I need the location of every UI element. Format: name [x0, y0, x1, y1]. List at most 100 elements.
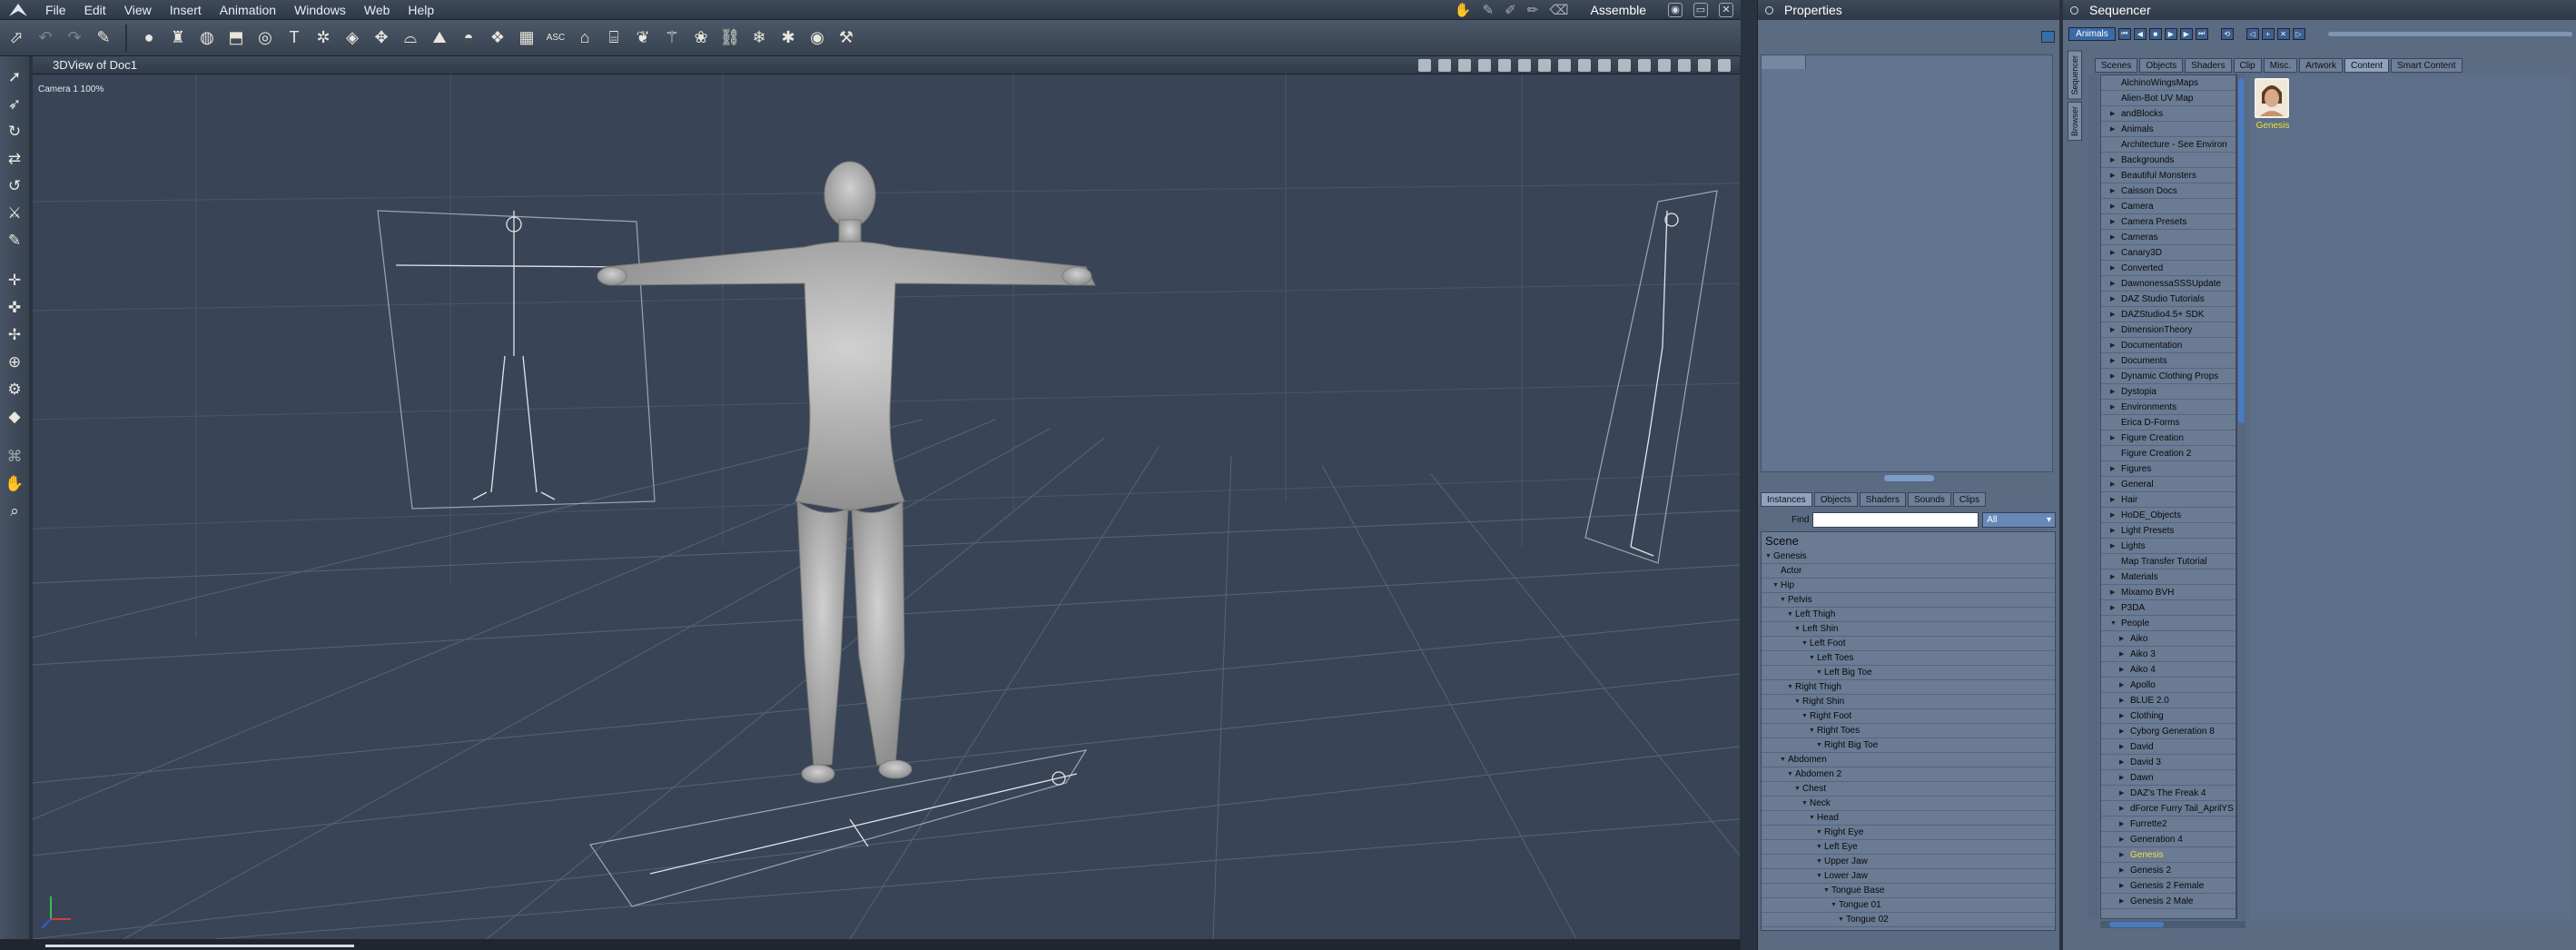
expand-arrow-icon[interactable]: ▶ — [2119, 882, 2130, 889]
browser-item[interactable]: ▶ andBlocks — [2101, 106, 2235, 122]
expand-arrow-icon[interactable]: ▶ — [2110, 589, 2121, 596]
expand-arrow-icon[interactable]: ▶ — [2110, 341, 2121, 349]
browser-item[interactable]: ▶ Figure Creation — [2101, 430, 2235, 446]
browser-item[interactable]: ▶ David — [2101, 739, 2235, 755]
expand-arrow-icon[interactable]: ▶ — [2110, 264, 2121, 272]
expand-arrow-icon[interactable]: ▼ — [1816, 742, 1824, 748]
browser-item[interactable]: ▶ Canary3D — [2101, 245, 2235, 261]
expand-arrow-icon[interactable]: ▶ — [2119, 820, 2130, 827]
browser-item[interactable]: ▶ Documents — [2101, 353, 2235, 369]
sequencer-slider[interactable] — [2327, 31, 2572, 36]
browser-item[interactable]: ▶ Mixamo BVH — [2101, 585, 2235, 600]
expand-arrow-icon[interactable]: ▶ — [2110, 203, 2121, 210]
expand-arrow-icon[interactable]: ▶ — [2119, 712, 2130, 719]
expand-arrow-icon[interactable]: ▼ — [1809, 655, 1817, 661]
expand-arrow-icon[interactable]: ▶ — [2110, 311, 2121, 318]
expand-arrow-icon[interactable]: ▶ — [2119, 897, 2130, 905]
expand-arrow-icon[interactable]: ▼ — [1801, 713, 1810, 719]
expand-arrow-icon[interactable]: ▼ — [1794, 626, 1802, 632]
browser-item[interactable]: ▶ DimensionTheory — [2101, 322, 2235, 338]
browser-item[interactable]: ▶ Clothing — [2101, 708, 2235, 724]
expand-arrow-icon[interactable]: ▶ — [2119, 836, 2130, 843]
browser-item[interactable]: ▶ Aiko 3 — [2101, 647, 2235, 662]
expand-arrow-icon[interactable]: ▶ — [2110, 434, 2121, 441]
tree-node[interactable]: ▼ Pelvis — [1762, 593, 2055, 608]
tree-node[interactable]: ▼ Left Thigh — [1762, 608, 2055, 622]
browser-item[interactable]: ▶ Generation 4 — [2101, 832, 2235, 847]
browser-item[interactable]: ▶ Aiko 4 — [2101, 662, 2235, 678]
expand-arrow-icon[interactable]: ▶ — [2119, 727, 2130, 735]
tab-smart-content[interactable]: Smart Content — [2391, 58, 2462, 73]
tab-scenes[interactable]: Scenes — [2095, 58, 2138, 73]
tree-node[interactable]: ▼ Genesis — [1762, 549, 2055, 564]
browser-item[interactable]: ▶ dForce Furry Tail_AprilYS — [2101, 801, 2235, 816]
browser-item[interactable]: Figure Creation 2 — [2101, 446, 2235, 461]
browser-item[interactable]: ▶ Figures — [2101, 461, 2235, 477]
tab-content[interactable]: Content — [2344, 58, 2390, 73]
expand-arrow-icon[interactable]: ▶ — [2119, 743, 2130, 750]
tree-node[interactable]: ▼ Abdomen — [1762, 753, 2055, 767]
tab-sounds[interactable]: Sounds — [1907, 492, 1951, 507]
browser-item[interactable]: ▶ Converted — [2101, 261, 2235, 276]
tree-node[interactable]: ▼ Neck — [1762, 797, 2055, 811]
tree-node[interactable]: ▼ Hip — [1762, 579, 2055, 593]
pane-splitter-handle[interactable] — [1884, 475, 1934, 481]
tree-node[interactable]: ▼ Right Eye — [1762, 826, 2055, 840]
next-key-icon[interactable]: ▷ — [2292, 27, 2305, 40]
fast-forward-icon[interactable]: ⏭ — [2195, 27, 2208, 40]
expand-arrow-icon[interactable]: ▶ — [2110, 372, 2121, 380]
step-back-icon[interactable]: ◀ — [2133, 27, 2147, 40]
tree-node[interactable]: ▼ Left Toes — [1762, 651, 2055, 666]
browser-hscrollbar[interactable] — [2100, 921, 2245, 928]
expand-arrow-icon[interactable]: ▶ — [2119, 851, 2130, 858]
browser-item[interactable]: ▶ Furrette2 — [2101, 816, 2235, 832]
expand-arrow-icon[interactable]: ▼ — [1787, 611, 1795, 618]
tree-node[interactable]: ▼ Tongue 02 — [1762, 913, 2055, 927]
browser-item[interactable]: Erica D-Forms — [2101, 415, 2235, 430]
stop-icon[interactable]: ■ — [2148, 27, 2162, 40]
expand-arrow-icon[interactable]: ▶ — [2119, 697, 2130, 704]
expand-arrow-icon[interactable]: ▶ — [2110, 388, 2121, 395]
browser-item[interactable]: ▶ David 3 — [2101, 755, 2235, 770]
tree-node[interactable]: ▼ Right Shin — [1762, 695, 2055, 709]
tree-node[interactable]: ▼ Right Big Toe — [1762, 738, 2055, 753]
expand-arrow-icon[interactable]: ▶ — [2110, 403, 2121, 411]
browser-item[interactable]: ▶ DawnonessaSSSUpdate — [2101, 276, 2235, 292]
expand-arrow-icon[interactable]: ▶ — [2119, 866, 2130, 874]
tree-node[interactable]: ▼ Left Eye — [1762, 840, 2055, 855]
find-input[interactable] — [1812, 511, 1979, 528]
expand-arrow-icon[interactable]: ▶ — [2110, 527, 2121, 534]
genesis-thumbnail[interactable] — [2255, 78, 2289, 118]
browser-item[interactable]: Architecture - See Environ — [2101, 137, 2235, 153]
browser-item[interactable]: ▶ DAZ Studio Tutorials — [2101, 292, 2235, 307]
expand-arrow-icon[interactable]: ▶ — [2110, 357, 2121, 364]
expand-arrow-icon[interactable]: ▼ — [1816, 669, 1824, 676]
play-icon[interactable]: ▶ — [2164, 27, 2177, 40]
tree-node[interactable]: ▼ Chest — [1762, 782, 2055, 797]
browser-item[interactable]: ▶ Backgrounds — [2101, 153, 2235, 168]
expand-arrow-icon[interactable]: ▶ — [2110, 125, 2121, 133]
prev-key-icon[interactable]: ◁ — [2245, 27, 2259, 40]
browser-item[interactable]: ▶ Cyborg Generation 8 — [2101, 724, 2235, 739]
expand-arrow-icon[interactable]: ▼ — [1801, 640, 1810, 647]
tab-misc[interactable]: Misc. — [2263, 58, 2298, 73]
loop-icon[interactable]: ⟲ — [2220, 27, 2234, 40]
expand-arrow-icon[interactable]: ▼ — [1816, 829, 1824, 836]
scrollbar-thumb[interactable] — [2238, 78, 2245, 423]
animals-button[interactable]: Animals — [2068, 26, 2116, 41]
add-key-icon[interactable]: + — [2261, 27, 2275, 40]
expand-arrow-icon[interactable]: ▼ — [1794, 698, 1802, 705]
browser-item[interactable]: ▶ Materials — [2101, 569, 2235, 585]
expand-arrow-icon[interactable]: ▼ — [1787, 684, 1795, 690]
expand-arrow-icon[interactable]: ▶ — [2110, 110, 2121, 117]
tab-objects-content[interactable]: Objects — [2139, 58, 2184, 73]
filter-select[interactable]: All ▾ — [1982, 511, 2056, 528]
browser-item[interactable]: ▶ Camera — [2101, 199, 2235, 214]
expand-arrow-icon[interactable]: ▼ — [1794, 786, 1802, 792]
browser-item[interactable]: ▶ Beautiful Monsters — [2101, 168, 2235, 183]
browser-item[interactable]: ▶ General — [2101, 477, 2235, 492]
browser-item[interactable]: ▶ Apollo — [2101, 678, 2235, 693]
browser-item[interactable]: ▶ Cameras — [2101, 230, 2235, 245]
browser-item[interactable]: ▶ BLUE 2.0 — [2101, 693, 2235, 708]
expand-arrow-icon[interactable]: ▶ — [2119, 635, 2130, 642]
